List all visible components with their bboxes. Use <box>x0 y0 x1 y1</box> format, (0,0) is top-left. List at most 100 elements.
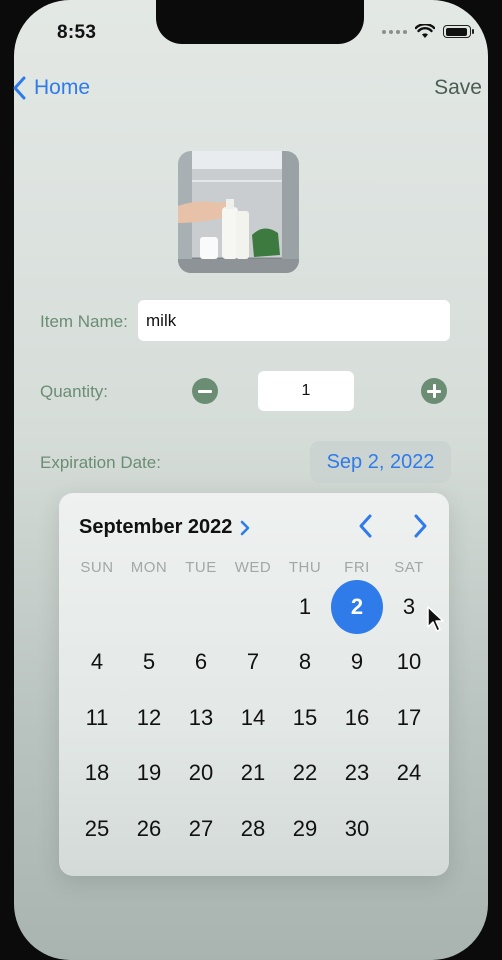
day-29[interactable]: 29 <box>279 801 331 857</box>
day-number: 3 <box>402 593 416 619</box>
weekday-sat: SAT <box>394 559 424 576</box>
day-number: 4 <box>90 649 104 675</box>
next-month-button[interactable] <box>409 513 431 539</box>
increment-button[interactable] <box>421 378 447 404</box>
day-17[interactable]: 17 <box>383 690 435 746</box>
day-number: 21 <box>240 760 266 786</box>
notch <box>156 0 364 44</box>
back-button[interactable]: Home <box>12 76 90 100</box>
day-5[interactable]: 5 <box>123 635 175 691</box>
weekday-wed: WED <box>234 559 272 576</box>
day-number: 16 <box>344 704 370 730</box>
weekday-tue: TUE <box>185 559 217 576</box>
day-number: 18 <box>84 760 110 786</box>
day-number: 13 <box>188 704 214 730</box>
day-number: 22 <box>292 760 318 786</box>
expiration-date-label: Expiration Date: <box>40 453 161 472</box>
day-4[interactable]: 4 <box>71 635 123 691</box>
day-blank <box>175 579 227 635</box>
day-number: 1 <box>298 593 312 619</box>
day-1[interactable]: 1 <box>279 579 331 635</box>
day-7[interactable]: 7 <box>227 635 279 691</box>
day-number: 2 <box>331 579 383 634</box>
quantity-input[interactable]: 1 <box>258 371 354 411</box>
day-23[interactable]: 23 <box>331 746 383 802</box>
day-number: 17 <box>396 704 422 730</box>
day-number: 7 <box>246 649 260 675</box>
day-number: 9 <box>350 649 364 675</box>
day-number: 29 <box>292 815 318 841</box>
chevron-right-small-icon <box>241 520 250 535</box>
day-10[interactable]: 10 <box>383 635 435 691</box>
day-15[interactable]: 15 <box>279 690 331 746</box>
day-number: 15 <box>292 704 318 730</box>
day-number: 28 <box>240 815 266 841</box>
day-27[interactable]: 27 <box>175 801 227 857</box>
back-label: Home <box>34 76 91 99</box>
month-title: September 2022 <box>79 516 233 538</box>
minus-icon <box>198 390 212 393</box>
day-14[interactable]: 14 <box>227 690 279 746</box>
day-number: 19 <box>136 760 162 786</box>
day-number: 24 <box>396 760 422 786</box>
month-year-selector[interactable]: September 2022 <box>79 516 250 539</box>
wifi-icon <box>415 24 435 38</box>
status-time: 8:53 <box>57 22 97 43</box>
previous-month-button[interactable] <box>355 513 377 539</box>
day-12[interactable]: 12 <box>123 690 175 746</box>
day-number: 26 <box>136 815 162 841</box>
day-number: 30 <box>344 815 370 841</box>
weekday-sun: SUN <box>80 559 114 576</box>
day-blank <box>227 579 279 635</box>
weekday-header: SUN MON TUE WED THU FRI SAT <box>71 559 437 576</box>
day-22[interactable]: 22 <box>279 746 331 802</box>
day-26[interactable]: 26 <box>123 801 175 857</box>
milk-in-fridge-photo-icon <box>178 151 299 273</box>
day-number: 14 <box>240 704 266 730</box>
day-grid: 1 2 3 4 5 6 7 8 9 10 11 12 13 14 15 16 17 18 19 20 21 22 23 24 2… <box>71 579 437 857</box>
day-number: 20 <box>188 760 214 786</box>
weekday-fri: FRI <box>344 559 370 576</box>
day-number: 11 <box>85 704 109 730</box>
item-name-input[interactable]: milk <box>138 300 450 341</box>
day-30[interactable]: 30 <box>331 801 383 857</box>
day-number: 5 <box>142 649 156 675</box>
day-20[interactable]: 20 <box>175 746 227 802</box>
day-28[interactable]: 28 <box>227 801 279 857</box>
item-name-label: Item Name: <box>40 312 128 331</box>
battery-icon <box>443 25 474 38</box>
day-number: 27 <box>188 815 214 841</box>
day-number: 6 <box>194 649 208 675</box>
save-button[interactable]: Save <box>434 76 482 100</box>
decrement-button[interactable] <box>192 378 218 404</box>
weekday-thu: THU <box>288 559 322 576</box>
mouse-cursor-icon <box>427 606 444 632</box>
day-8[interactable]: 8 <box>279 635 331 691</box>
day-number: 12 <box>136 704 162 730</box>
day-19[interactable]: 19 <box>123 746 175 802</box>
day-11[interactable]: 11 <box>71 690 123 746</box>
day-21[interactable]: 21 <box>227 746 279 802</box>
status-icons <box>382 24 474 39</box>
item-photo[interactable] <box>178 151 299 273</box>
day-blank <box>71 579 123 635</box>
day-number: 23 <box>344 760 370 786</box>
day-number: 10 <box>396 649 422 675</box>
expiration-date-button[interactable]: Sep 2, 2022 <box>310 441 451 483</box>
day-6[interactable]: 6 <box>175 635 227 691</box>
day-number: 25 <box>84 815 110 841</box>
day-16[interactable]: 16 <box>331 690 383 746</box>
day-24[interactable]: 24 <box>383 746 435 802</box>
day-2[interactable]: 2 <box>331 579 383 635</box>
signal-dots-icon <box>382 29 407 34</box>
day-18[interactable]: 18 <box>71 746 123 802</box>
day-blank <box>123 579 175 635</box>
day-25[interactable]: 25 <box>71 801 123 857</box>
date-picker-popover: September 2022 SUN MON TUE WED THU FRI SAT 123… <box>59 493 449 876</box>
day-9[interactable]: 9 <box>331 635 383 691</box>
day-13[interactable]: 13 <box>175 690 227 746</box>
chevron-left-icon <box>13 76 26 100</box>
weekday-mon: MON <box>130 559 168 576</box>
day-number: 8 <box>298 649 312 675</box>
quantity-label: Quantity: <box>40 382 109 401</box>
